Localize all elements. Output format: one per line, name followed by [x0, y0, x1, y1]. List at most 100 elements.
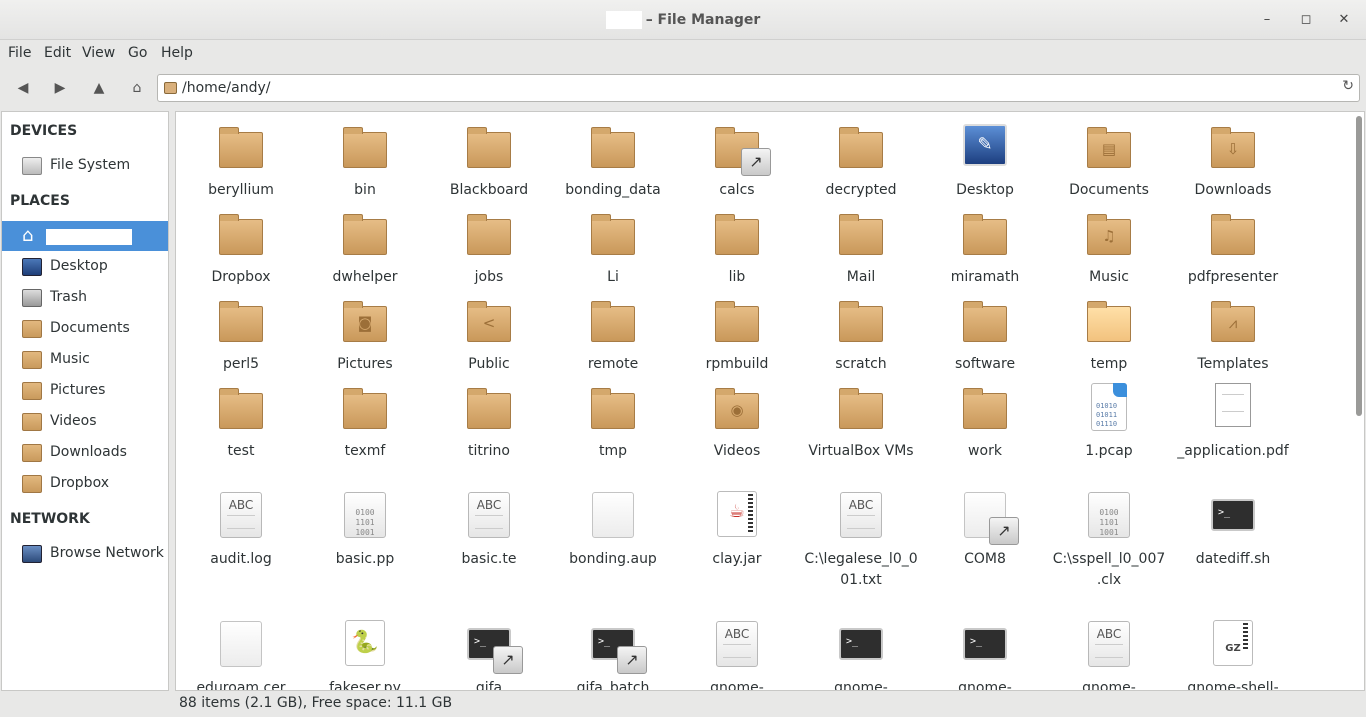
- file-item[interactable]: >_ ↗ gifa: [427, 620, 551, 690]
- folder-shape: [467, 388, 511, 429]
- folder-icon: [465, 122, 513, 170]
- back-arrow-icon[interactable]: ◀: [12, 78, 34, 98]
- folder-icon: [961, 209, 1009, 257]
- sidebar-item-browse-network[interactable]: Browse Network: [2, 539, 168, 569]
- file-item[interactable]: ABC gnome-: [675, 620, 799, 690]
- location-bar[interactable]: /home/andy/ ↻: [157, 74, 1360, 102]
- file-item[interactable]: ◙ Pictures: [303, 296, 427, 375]
- maximize-button[interactable]: ◻: [1296, 10, 1316, 30]
- minimize-button[interactable]: –: [1257, 10, 1277, 30]
- file-item[interactable]: test: [179, 383, 303, 462]
- file-item[interactable]: software: [923, 296, 1047, 375]
- file-item[interactable]: ✎ Desktop: [923, 122, 1047, 201]
- file-item[interactable]: ♫ Music: [1047, 209, 1171, 288]
- file-item[interactable]: Li: [551, 209, 675, 288]
- file-item[interactable]: >_ ↗ gifa_batch: [551, 620, 675, 690]
- title-bar[interactable]: – File Manager – ◻ ✕: [0, 0, 1366, 40]
- file-item[interactable]: Mail: [799, 209, 923, 288]
- file-item[interactable]: rpmbuild: [675, 296, 799, 375]
- forward-arrow-icon[interactable]: ▶: [49, 78, 71, 98]
- file-name: eduroam.cer: [196, 680, 286, 691]
- file-name: audit.log: [210, 551, 272, 567]
- file-item[interactable]: ☕ clay.jar: [675, 491, 799, 570]
- pane-splitter[interactable]: [170, 111, 174, 691]
- menu-edit[interactable]: Edit: [44, 45, 71, 61]
- file-item[interactable]: ABC basic.te: [427, 491, 551, 570]
- file-item[interactable]: ⇩ Downloads: [1171, 122, 1295, 201]
- file-item[interactable]: jobs: [427, 209, 551, 288]
- sidebar-item-file-system[interactable]: File System: [2, 151, 168, 181]
- file-item[interactable]: VirtualBox VMs: [799, 383, 923, 462]
- scrollbar-thumb[interactable]: [1356, 116, 1362, 416]
- file-item[interactable]: 🐍 fakeser.py: [303, 620, 427, 690]
- sidebar-item-desktop[interactable]: Desktop: [2, 252, 168, 282]
- file-item[interactable]: >_ gnome-: [923, 620, 1047, 690]
- file-item[interactable]: ABC gnome-: [1047, 620, 1171, 690]
- home-icon[interactable]: ⌂: [126, 78, 148, 98]
- file-item[interactable]: eduroam.cer: [179, 620, 303, 691]
- menu-help[interactable]: Help: [161, 45, 193, 61]
- file-item[interactable]: beryllium: [179, 122, 303, 201]
- up-arrow-icon[interactable]: ▲: [88, 78, 110, 98]
- file-item[interactable]: ◉ Videos: [675, 383, 799, 462]
- sidebar-item-videos[interactable]: Videos: [2, 407, 168, 437]
- file-item[interactable]: ABC audit.log: [179, 491, 303, 570]
- file-name: Videos: [713, 443, 761, 459]
- file-item[interactable]: scratch: [799, 296, 923, 375]
- file-item[interactable]: 0100 1101 1001 basic.pp: [303, 491, 427, 570]
- file-item[interactable]: pdfpresenter: [1171, 209, 1295, 288]
- file-item[interactable]: dwhelper: [303, 209, 427, 288]
- blank-file-shape: [220, 621, 262, 667]
- sidebar-item-home[interactable]: ⌂: [2, 221, 168, 251]
- menu-view[interactable]: View: [82, 45, 115, 61]
- file-item[interactable]: >_ datediff.sh: [1171, 491, 1295, 570]
- file-item[interactable]: ▤ Documents: [1047, 122, 1171, 201]
- folder-icon: ⩘: [1209, 296, 1257, 344]
- file-item[interactable]: < Public: [427, 296, 551, 375]
- file-item[interactable]: perl5: [179, 296, 303, 375]
- close-button[interactable]: ✕: [1334, 10, 1354, 30]
- menu-go[interactable]: Go: [128, 45, 147, 61]
- file-item[interactable]: bonding.aup: [551, 491, 675, 570]
- sidebar-item-pictures[interactable]: Pictures: [2, 376, 168, 406]
- sidebar-item-documents[interactable]: Documents: [2, 314, 168, 344]
- file-item[interactable]: ↗ COM8: [923, 491, 1047, 570]
- symlink-arrow-icon: ↗: [741, 148, 771, 176]
- file-item[interactable]: bonding_data: [551, 122, 675, 201]
- file-name: pdfpresenter: [1187, 269, 1279, 285]
- file-item[interactable]: Dropbox: [179, 209, 303, 288]
- file-item[interactable]: ABC C:\legalese_l0_001.txt: [799, 491, 923, 591]
- folder-shape: ♫: [1087, 214, 1131, 255]
- location-path[interactable]: /home/andy/: [182, 80, 270, 96]
- file-item[interactable]: decrypted: [799, 122, 923, 201]
- vertical-scrollbar[interactable]: [1355, 114, 1363, 688]
- file-item[interactable]: lib: [675, 209, 799, 288]
- file-item[interactable]: >_ gnome-: [799, 620, 923, 690]
- file-item[interactable]: bin: [303, 122, 427, 201]
- file-name: COM8: [964, 551, 1006, 567]
- file-item[interactable]: ↗ calcs: [675, 122, 799, 201]
- file-item[interactable]: work: [923, 383, 1047, 462]
- file-item[interactable]: 0100 1101 1001 C:\sspell_l0_007.clx: [1047, 491, 1171, 591]
- file-item[interactable]: texmf: [303, 383, 427, 462]
- sidebar-item-downloads[interactable]: Downloads: [2, 438, 168, 468]
- file-item[interactable]: _application.pdf: [1171, 383, 1295, 462]
- file-item[interactable]: 01010 01011 01110 1.pcap: [1047, 383, 1171, 462]
- sidebar-item-trash[interactable]: Trash: [2, 283, 168, 313]
- file-item[interactable]: Blackboard: [427, 122, 551, 201]
- folder-icon: ♫: [1085, 209, 1133, 257]
- file-name: bonding.aup: [569, 551, 657, 567]
- sidebar-item-dropbox[interactable]: Dropbox: [2, 469, 168, 499]
- sidebar-item-music[interactable]: Music: [2, 345, 168, 375]
- file-item[interactable]: tmp: [551, 383, 675, 462]
- file-item[interactable]: miramath: [923, 209, 1047, 288]
- file-item[interactable]: GZ gnome-shell-: [1171, 620, 1295, 690]
- pdf-file-icon: [1209, 383, 1257, 431]
- file-item[interactable]: temp: [1047, 296, 1171, 375]
- menu-file[interactable]: File: [8, 45, 31, 61]
- file-item[interactable]: ⩘ Templates: [1171, 296, 1295, 375]
- reload-icon[interactable]: ↻: [1342, 78, 1354, 94]
- file-item[interactable]: titrino: [427, 383, 551, 462]
- file-item[interactable]: remote: [551, 296, 675, 375]
- symlink-arrow-icon: ↗: [493, 646, 523, 674]
